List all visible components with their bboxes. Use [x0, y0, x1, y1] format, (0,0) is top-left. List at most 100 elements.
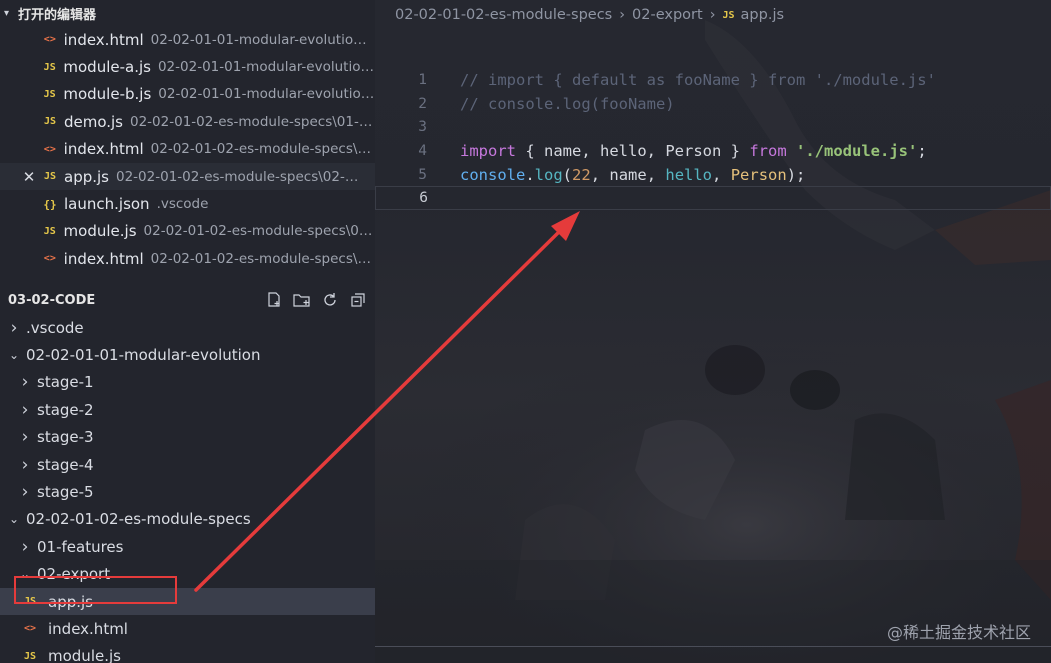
file-name: index.html	[63, 140, 144, 159]
code-line[interactable]: 3	[375, 115, 1051, 139]
code-token: from	[749, 141, 787, 160]
html-file-icon: <>	[43, 34, 56, 46]
chevron-down-icon: ⌄	[8, 348, 20, 363]
tree-label: 02-export	[37, 565, 111, 584]
code-line[interactable]: 4 import { name, hello, Person } from './…	[375, 139, 1051, 163]
code-token: name	[609, 165, 647, 184]
open-editor-item[interactable]: {} launch.json .vscode	[0, 190, 375, 217]
file-name: module.js	[63, 222, 137, 241]
code-token: );	[786, 165, 806, 184]
file-path: 02-02-01-02-es-module-specs\02...	[143, 223, 375, 240]
new-file-icon[interactable]	[265, 291, 283, 309]
open-editor-item[interactable]: <> index.html 02-02-01-01-modular-evolutio…	[0, 26, 375, 53]
open-editor-item[interactable]: JS demo.js 02-02-01-02-es-module-specs\01-…	[0, 108, 375, 135]
code-line[interactable]: 5 console. log(22, name, hello, Person);	[375, 163, 1051, 187]
file-path: 02-02-01-02-es-module-specs\0...	[150, 141, 375, 158]
tree-label: 01-features	[37, 537, 124, 556]
tree-item[interactable]: ⌄ 02-export	[0, 561, 375, 588]
line-number: 4	[418, 142, 427, 159]
panel-divider	[375, 646, 1051, 647]
code-token: // console.log(fooName)	[460, 94, 675, 113]
tree-item[interactable]: › stage-4	[0, 451, 375, 478]
tree-label: 02-02-01-02-es-module-specs	[26, 510, 251, 529]
html-file-icon: <>	[43, 143, 56, 155]
project-actions	[265, 291, 367, 309]
explorer-sidebar: ▾ 打开的编辑器 <> index.html 02-02-01-01-modular…	[0, 0, 375, 663]
tree-item[interactable]: › 01-features	[0, 533, 375, 560]
file-name: index.html	[63, 249, 144, 268]
chevron-right-icon: ›	[21, 372, 29, 393]
open-editor-item[interactable]: <> index.html 02-02-01-02-es-module-specs\…	[0, 136, 375, 163]
tree-item[interactable]: › stage-3	[0, 424, 375, 451]
open-editors-title: 打开的编辑器	[18, 7, 97, 23]
open-editor-item[interactable]: <> index.html 02-02-01-02-es-module-specs\…	[0, 245, 375, 272]
tree-item[interactable]: <> index.html	[0, 615, 375, 642]
code-editor[interactable]: 02-02-01-02-es-module-specs › 02-export …	[375, 0, 1051, 663]
code-token: hello	[600, 141, 647, 160]
file-path: 02-02-01-02-es-module-specs\02-exp...	[116, 168, 361, 185]
tree-label: stage-5	[37, 483, 94, 502]
file-name: index.html	[63, 30, 144, 49]
close-icon[interactable]: ✕	[18, 168, 40, 186]
file-name: launch.json	[64, 195, 150, 214]
tree-item[interactable]: › stage-5	[0, 478, 375, 505]
file-tree: › .vscode ⌄ 02-02-01-01-modular-evolution › s…	[0, 314, 375, 663]
refresh-icon[interactable]	[321, 291, 339, 309]
file-path: .vscode	[156, 196, 209, 213]
tree-label: stage-2	[37, 400, 94, 419]
open-editor-item[interactable]: ✕ JS app.js 02-02-01-02-es-module-specs\02-…	[0, 162, 375, 191]
code-token: }	[721, 141, 750, 160]
chevron-down-icon: ⌄	[8, 512, 20, 527]
open-editor-item[interactable]: JS module-a.js 02-02-01-01-modular-evoluti…	[0, 53, 375, 80]
chevron-right-icon: ›	[21, 454, 29, 475]
breadcrumb-folder-2[interactable]: 02-export	[632, 7, 703, 23]
code-token: import	[460, 141, 516, 160]
open-editors-header[interactable]: ▾ 打开的编辑器	[0, 0, 375, 26]
tree-label: .vscode	[26, 318, 84, 337]
tree-label: 02-02-01-01-modular-evolution	[26, 346, 261, 365]
tree-label: app.js	[48, 592, 93, 611]
tree-item[interactable]: › stage-1	[0, 369, 375, 396]
code-token: hello	[665, 165, 713, 184]
project-title: 03-02-CODE	[8, 292, 96, 308]
line-number: 3	[418, 119, 427, 136]
project-header[interactable]: 03-02-CODE	[0, 286, 375, 314]
code-token: // import { default as fooName } from '.…	[460, 70, 936, 89]
file-path: 02-02-01-02-es-module-specs\0...	[150, 250, 375, 267]
html-file-icon: <>	[43, 253, 56, 265]
code-area[interactable]: 1 // import { default as fooName } from '…	[375, 68, 1051, 211]
new-folder-icon[interactable]	[293, 291, 311, 309]
code-token: Person	[730, 165, 787, 184]
tree-item[interactable]: › stage-2	[0, 396, 375, 423]
code-line[interactable]: 6	[375, 186, 1051, 211]
code-token: log	[534, 165, 563, 184]
code-token: console	[460, 165, 526, 184]
tree-item-app-js[interactable]: JS app.js	[0, 587, 375, 616]
code-line[interactable]: 1 // import { default as fooName } from '…	[375, 68, 1051, 92]
tree-label: module.js	[48, 647, 121, 663]
open-editor-item[interactable]: JS module-b.js 02-02-01-01-modular-evoluti…	[0, 81, 375, 108]
collapse-all-icon[interactable]	[349, 291, 367, 309]
code-token: ,	[581, 141, 600, 160]
open-editor-item[interactable]: JS module.js 02-02-01-02-es-module-specs\0…	[0, 218, 375, 245]
code-line[interactable]: 2 // console.log(fooName)	[375, 92, 1051, 116]
tree-item[interactable]: JS module.js	[0, 643, 375, 663]
code-token: {	[516, 141, 544, 160]
tree-label: stage-1	[37, 373, 94, 392]
breadcrumb-folder-1[interactable]: 02-02-01-02-es-module-specs	[395, 7, 612, 23]
breadcrumb-file[interactable]: app.js	[741, 7, 785, 23]
file-path: 02-02-01-02-es-module-specs\01-fe...	[130, 113, 375, 130]
file-name: module-b.js	[63, 85, 152, 104]
js-file-icon: JS	[23, 596, 37, 608]
file-name: demo.js	[63, 112, 123, 131]
tree-item[interactable]: › .vscode	[0, 314, 375, 341]
open-editors-list: <> index.html 02-02-01-01-modular-evolutio…	[0, 26, 375, 276]
breadcrumb: 02-02-01-02-es-module-specs › 02-export …	[395, 4, 784, 26]
tree-item[interactable]: ⌄ 02-02-01-01-modular-evolution	[0, 341, 375, 368]
code-token: 22	[572, 165, 591, 184]
code-token: (	[562, 165, 573, 184]
tree-item[interactable]: ⌄ 02-02-01-02-es-module-specs	[0, 506, 375, 533]
line-number: 5	[418, 166, 427, 183]
html-file-icon: <>	[23, 623, 37, 635]
